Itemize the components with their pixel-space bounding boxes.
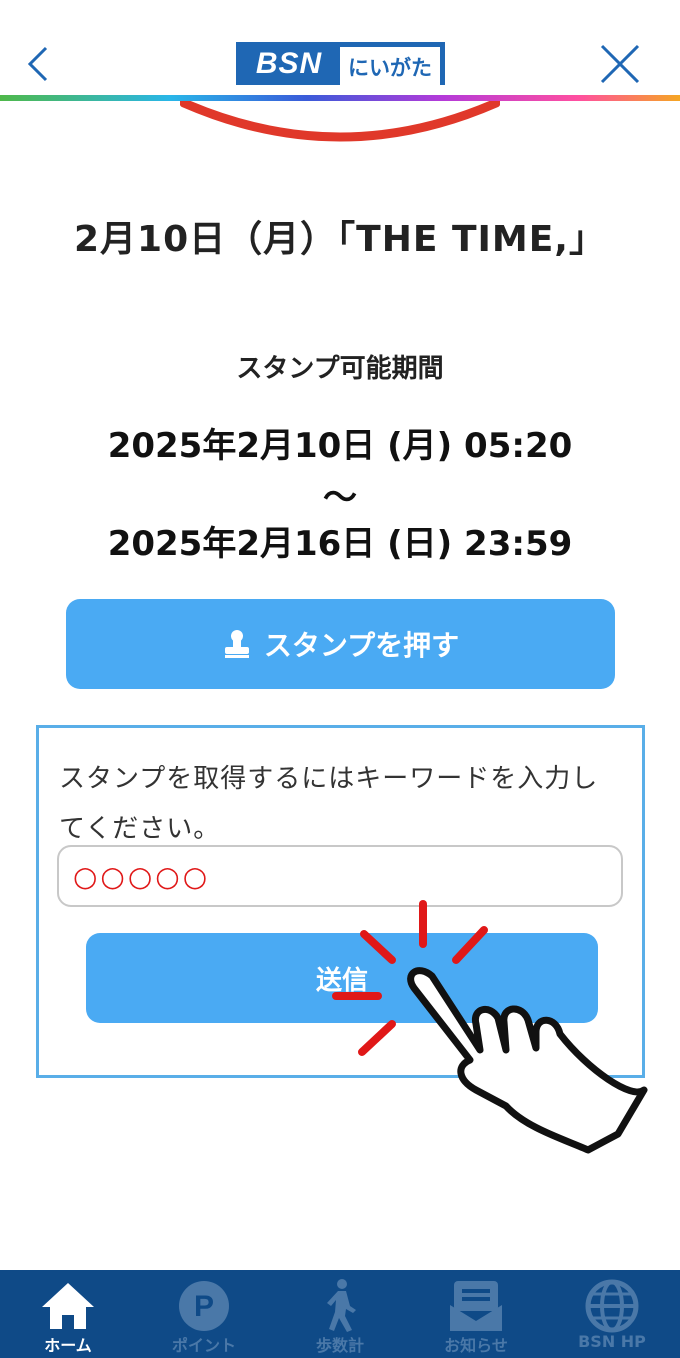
back-button[interactable]	[20, 40, 60, 88]
bottom-tab-bar: ホーム P ポイント 歩数計 お知らせ BSN HP	[0, 1270, 680, 1358]
stamp-icon	[224, 630, 249, 658]
tab-home[interactable]: ホーム	[0, 1270, 136, 1358]
tab-point-label: ポイント	[171, 1336, 236, 1355]
notification-icon	[446, 1278, 506, 1334]
close-button[interactable]	[596, 40, 644, 88]
tab-point[interactable]: P ポイント	[136, 1270, 272, 1358]
tab-home-label: ホーム	[44, 1336, 92, 1355]
globe-icon	[582, 1278, 642, 1334]
app-header: BSN にいがた	[0, 0, 680, 98]
point-icon: P	[174, 1278, 234, 1334]
stamp-period-separator: ～	[323, 478, 357, 518]
tab-notifications-label: お知らせ	[444, 1336, 508, 1355]
tab-pedometer-label: 歩数計	[315, 1336, 364, 1355]
tap-hand-icon	[332, 900, 648, 1154]
chevron-left-icon	[27, 46, 48, 82]
stamp-circle-graphic	[180, 101, 500, 142]
tab-notifications[interactable]: お知らせ	[408, 1270, 544, 1358]
press-stamp-label: スタンプを押す	[263, 629, 460, 662]
tab-bsn-hp[interactable]: BSN HP	[544, 1270, 680, 1358]
page-title: 2月10日（月）「THE TIME,」	[73, 219, 606, 260]
stamp-period-end: 2025年2月16日 (日) 23:59	[107, 524, 573, 564]
stamp-period-start: 2025年2月10日 (月) 05:20	[107, 426, 573, 466]
svg-text:P: P	[194, 1290, 214, 1323]
tab-bsn-hp-label: BSN HP	[578, 1332, 646, 1351]
stamp-period-label: スタンプ可能期間	[236, 354, 444, 384]
press-stamp-button[interactable]: スタンプを押す	[66, 599, 615, 689]
keyword-instruction: スタンプを取得するにはキーワードを入力してください。	[59, 764, 599, 844]
logo-brand: BSN	[255, 46, 323, 80]
logo-region: にいがた	[340, 47, 440, 86]
walker-icon	[310, 1278, 370, 1334]
keyword-input[interactable]: ○○○○○	[57, 845, 623, 907]
home-icon	[38, 1278, 98, 1334]
close-icon	[600, 44, 640, 84]
tab-pedometer[interactable]: 歩数計	[272, 1270, 408, 1358]
bsn-logo: BSN にいがた	[236, 42, 445, 86]
